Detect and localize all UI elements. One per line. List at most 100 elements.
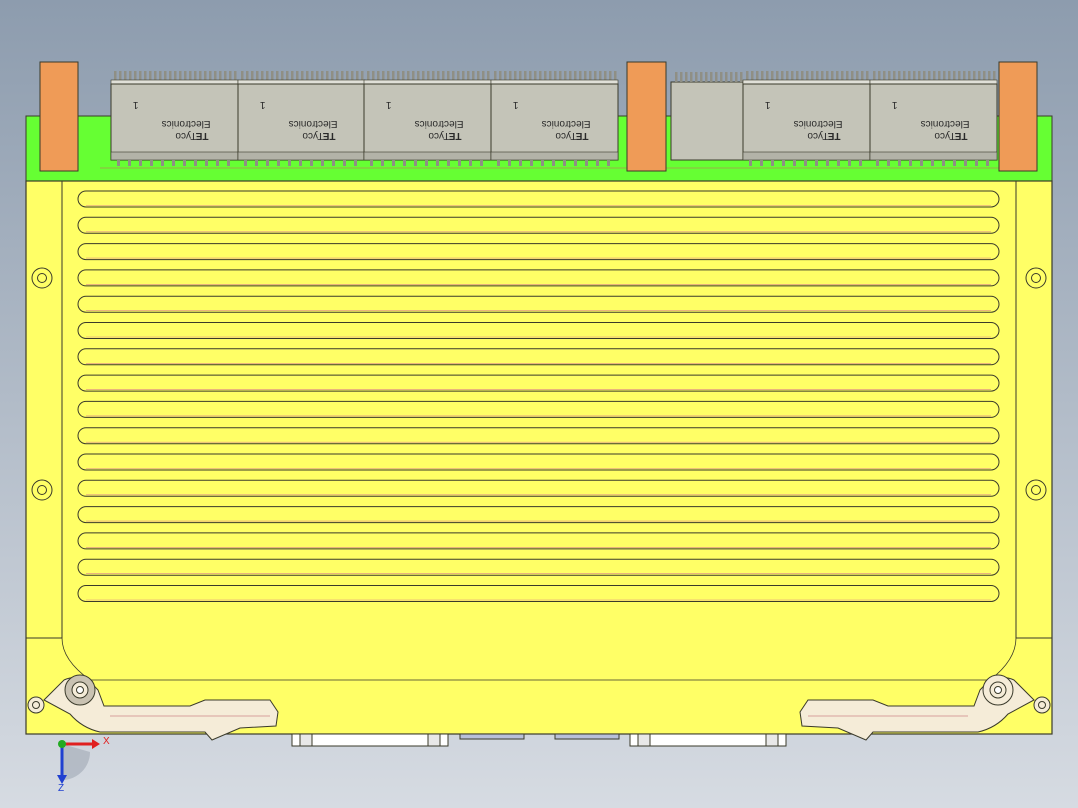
dsub-connector-left (291, 733, 449, 747)
connector-pin (859, 160, 862, 166)
connector-pin (715, 72, 718, 82)
y-axis-dot (58, 740, 66, 748)
connector: TETycoElectronics1 (742, 71, 871, 166)
x-axis-label: X (103, 736, 110, 747)
connector-pin (574, 160, 577, 166)
connector-pin (685, 72, 688, 82)
connector-pin (740, 72, 743, 82)
connector-pin (725, 72, 728, 82)
connector-base (110, 151, 239, 161)
cooling-slot (77, 506, 1000, 524)
connector-pin-label: 1 (386, 99, 392, 110)
connector-maker: Electronics (921, 118, 970, 129)
connector-pin (172, 160, 175, 166)
connector-pin (749, 160, 752, 166)
cooling-slot (77, 400, 1000, 418)
connector-pin (552, 160, 555, 166)
connector-pin (596, 160, 599, 166)
cooling-slot (77, 269, 1000, 287)
connector-pin-label: 1 (133, 99, 139, 110)
connector-maker: Electronics (542, 118, 591, 129)
connector-base (742, 151, 871, 161)
connector-brand: Tyco (428, 130, 450, 141)
connector-pin (730, 72, 733, 82)
guide-block-center (626, 61, 667, 172)
connector-pin (975, 160, 978, 166)
connector-pin-label: 1 (765, 99, 771, 110)
connector: TETycoElectronics1 (490, 71, 619, 166)
connector-rail (110, 79, 239, 85)
guide-block-left (39, 61, 79, 172)
connector-brand: Tyco (934, 130, 956, 141)
connector-maker: Electronics (289, 118, 338, 129)
connector-rail (742, 79, 871, 85)
connector: TETycoElectronics1 (363, 71, 492, 166)
connector-base (869, 151, 998, 161)
connector-pin (277, 160, 280, 166)
cooling-slot (77, 532, 1000, 550)
backplane-connectors: TETycoElectronics1TETycoElectronics1TETy… (110, 71, 998, 166)
connector-maker: Electronics (794, 118, 843, 129)
connector-spacer (670, 81, 744, 161)
connector-pin-label: 1 (513, 99, 519, 110)
connector-pin (964, 160, 967, 166)
connector-pin (760, 160, 763, 166)
connector-pin (150, 160, 153, 166)
z-axis-label: Z (58, 783, 64, 794)
cooling-slot (77, 427, 1000, 445)
connector-pin (519, 160, 522, 166)
cooling-slot (77, 453, 1000, 471)
connector-pin (128, 160, 131, 166)
connector-pin (139, 160, 142, 166)
connector: TETycoElectronics1 (869, 71, 998, 166)
usb-port-right (554, 733, 620, 740)
connector-pin (381, 160, 384, 166)
connector-pin (793, 160, 796, 166)
connector-pin (720, 72, 723, 82)
connector-pin (425, 160, 428, 166)
cooling-slot (77, 322, 1000, 339)
connector-maker: Electronics (415, 118, 464, 129)
connector-pin (480, 160, 483, 166)
connector-pin-label: 1 (892, 99, 898, 110)
connector-pin (585, 160, 588, 166)
connector-pin (710, 72, 713, 82)
connector-pin (876, 160, 879, 166)
connector-pin (815, 160, 818, 166)
connector-pin (436, 160, 439, 166)
connector-pin (458, 160, 461, 166)
connector-pin (898, 160, 901, 166)
connector-pin (392, 160, 395, 166)
connector-pin (931, 160, 934, 166)
connector-pin (288, 160, 291, 166)
connector-pin (354, 160, 357, 166)
connector-pin (255, 160, 258, 166)
connector-pin (607, 160, 610, 166)
cooling-slot (77, 558, 1000, 576)
connector-pin (321, 160, 324, 166)
connector-rail (869, 79, 998, 85)
connector-pin-label: 1 (260, 99, 266, 110)
cad-viewport[interactable]: TE Tyco Electronics 1 TE Tyco Electronics 1 TE Ty… (0, 0, 1078, 808)
cooling-slot (77, 216, 1000, 234)
connector-rail (363, 79, 492, 85)
cooling-slot (77, 479, 1000, 497)
connector-pin (205, 160, 208, 166)
connector-pin (530, 160, 533, 166)
cooling-slot (77, 190, 1000, 208)
connector-pin (920, 160, 923, 166)
connector-pin (690, 72, 693, 82)
connector-pin (227, 160, 230, 166)
connector-pin (216, 160, 219, 166)
connector-pin (848, 160, 851, 166)
connector-pin (953, 160, 956, 166)
connector-pin (771, 160, 774, 166)
connector-pin (909, 160, 912, 166)
connector-pin (695, 72, 698, 82)
connector-pin (675, 72, 678, 82)
connector-pin (161, 160, 164, 166)
connector-pin (497, 160, 500, 166)
cooling-slot (77, 348, 1000, 366)
cooling-slot (77, 374, 1000, 392)
connector-pin (244, 160, 247, 166)
